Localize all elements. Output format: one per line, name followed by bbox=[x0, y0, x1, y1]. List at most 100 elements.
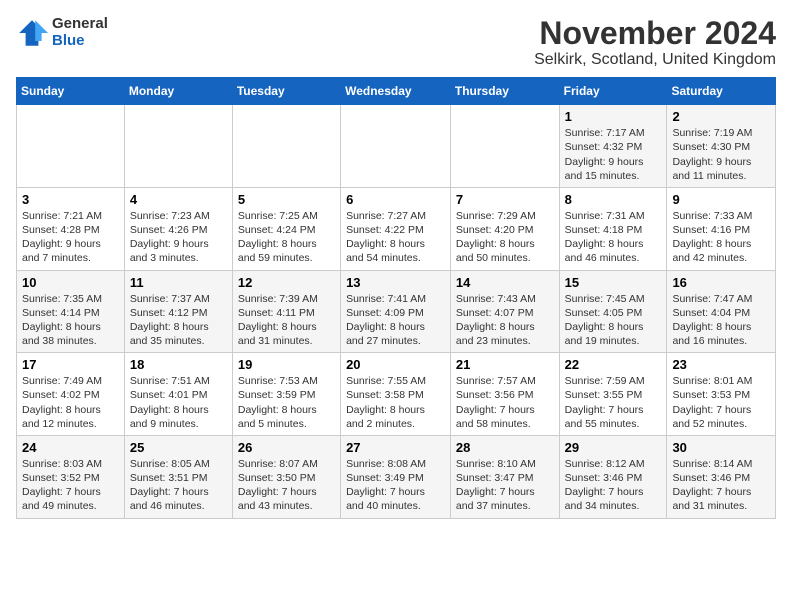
day-number: 13 bbox=[346, 275, 445, 290]
calendar-cell: 10 Sunrise: 7:35 AM Sunset: 4:14 PM Dayli… bbox=[17, 270, 125, 353]
day-info: Sunrise: 8:08 AM Sunset: 3:49 PM Dayligh… bbox=[346, 457, 445, 514]
col-header-wednesday: Wednesday bbox=[341, 78, 451, 105]
calendar-cell bbox=[341, 105, 451, 188]
day-info: Sunrise: 8:12 AM Sunset: 3:46 PM Dayligh… bbox=[565, 457, 662, 514]
calendar-week-5: 24 Sunrise: 8:03 AM Sunset: 3:52 PM Dayli… bbox=[17, 435, 776, 518]
day-number: 9 bbox=[672, 192, 770, 207]
col-header-thursday: Thursday bbox=[450, 78, 559, 105]
day-number: 30 bbox=[672, 440, 770, 455]
calendar-cell bbox=[450, 105, 559, 188]
calendar-cell: 8Sunrise: 7:31 AM Sunset: 4:18 PM Daylig… bbox=[559, 187, 667, 270]
calendar-cell: 21 Sunrise: 7:57 AM Sunset: 3:56 PM Dayli… bbox=[450, 353, 559, 436]
calendar-cell: 19 Sunrise: 7:53 AM Sunset: 3:59 PM Dayli… bbox=[232, 353, 340, 436]
day-number: 10 bbox=[22, 275, 119, 290]
logo: General Blue bbox=[16, 16, 108, 49]
day-number: 21 bbox=[456, 357, 554, 372]
calendar-cell: 27Sunrise: 8:08 AM Sunset: 3:49 PM Dayli… bbox=[341, 435, 451, 518]
calendar-cell: 30 Sunrise: 8:14 AM Sunset: 3:46 PM Dayli… bbox=[667, 435, 776, 518]
calendar-cell: 15 Sunrise: 7:45 AM Sunset: 4:05 PM Dayli… bbox=[559, 270, 667, 353]
calendar-cell: 14 Sunrise: 7:43 AM Sunset: 4:07 PM Dayli… bbox=[450, 270, 559, 353]
day-number: 28 bbox=[456, 440, 554, 455]
day-number: 26 bbox=[238, 440, 335, 455]
calendar-cell: 3 Sunrise: 7:21 AM Sunset: 4:28 PM Daylig… bbox=[17, 187, 125, 270]
col-header-tuesday: Tuesday bbox=[232, 78, 340, 105]
calendar-cell: 16 Sunrise: 7:47 AM Sunset: 4:04 PM Dayli… bbox=[667, 270, 776, 353]
calendar-cell: 23 Sunrise: 8:01 AM Sunset: 3:53 PM Dayli… bbox=[667, 353, 776, 436]
day-number: 16 bbox=[672, 275, 770, 290]
day-info: Sunrise: 7:21 AM Sunset: 4:28 PM Dayligh… bbox=[22, 209, 119, 266]
day-number: 18 bbox=[130, 357, 227, 372]
day-info: Sunrise: 7:53 AM Sunset: 3:59 PM Dayligh… bbox=[238, 374, 335, 431]
logo-icon bbox=[16, 17, 48, 49]
day-number: 19 bbox=[238, 357, 335, 372]
day-number: 3 bbox=[22, 192, 119, 207]
calendar-week-1: 1 Sunrise: 7:17 AM Sunset: 4:32 PM Daylig… bbox=[17, 105, 776, 188]
day-number: 15 bbox=[565, 275, 662, 290]
day-number: 22 bbox=[565, 357, 662, 372]
calendar-cell: 17 Sunrise: 7:49 AM Sunset: 4:02 PM Dayli… bbox=[17, 353, 125, 436]
day-info: Sunrise: 7:17 AM Sunset: 4:32 PM Dayligh… bbox=[565, 126, 662, 183]
calendar-cell: 22 Sunrise: 7:59 AM Sunset: 3:55 PM Dayli… bbox=[559, 353, 667, 436]
day-info: Sunrise: 7:45 AM Sunset: 4:05 PM Dayligh… bbox=[565, 292, 662, 349]
calendar-week-4: 17 Sunrise: 7:49 AM Sunset: 4:02 PM Dayli… bbox=[17, 353, 776, 436]
logo-text: General Blue bbox=[52, 16, 108, 49]
day-info: Sunrise: 7:37 AM Sunset: 4:12 PM Dayligh… bbox=[130, 292, 227, 349]
day-info: Sunrise: 7:19 AM Sunset: 4:30 PM Dayligh… bbox=[672, 126, 770, 183]
page-header: General Blue November 2024 Selkirk, Scot… bbox=[16, 16, 776, 69]
day-number: 6 bbox=[346, 192, 445, 207]
calendar-cell: 11 Sunrise: 7:37 AM Sunset: 4:12 PM Dayli… bbox=[124, 270, 232, 353]
calendar-cell: 5 Sunrise: 7:25 AM Sunset: 4:24 PM Daylig… bbox=[232, 187, 340, 270]
day-info: Sunrise: 7:49 AM Sunset: 4:02 PM Dayligh… bbox=[22, 374, 119, 431]
day-number: 24 bbox=[22, 440, 119, 455]
calendar-cell bbox=[17, 105, 125, 188]
day-info: Sunrise: 8:14 AM Sunset: 3:46 PM Dayligh… bbox=[672, 457, 770, 514]
day-number: 23 bbox=[672, 357, 770, 372]
day-number: 4 bbox=[130, 192, 227, 207]
day-info: Sunrise: 7:31 AM Sunset: 4:18 PM Dayligh… bbox=[565, 209, 662, 266]
col-header-saturday: Saturday bbox=[667, 78, 776, 105]
day-info: Sunrise: 7:51 AM Sunset: 4:01 PM Dayligh… bbox=[130, 374, 227, 431]
calendar-cell bbox=[232, 105, 340, 188]
day-info: Sunrise: 7:35 AM Sunset: 4:14 PM Dayligh… bbox=[22, 292, 119, 349]
calendar-cell: 20 Sunrise: 7:55 AM Sunset: 3:58 PM Dayli… bbox=[341, 353, 451, 436]
day-info: Sunrise: 8:01 AM Sunset: 3:53 PM Dayligh… bbox=[672, 374, 770, 431]
day-info: Sunrise: 7:43 AM Sunset: 4:07 PM Dayligh… bbox=[456, 292, 554, 349]
calendar-cell: 24 Sunrise: 8:03 AM Sunset: 3:52 PM Dayli… bbox=[17, 435, 125, 518]
day-number: 12 bbox=[238, 275, 335, 290]
logo-general: General bbox=[52, 16, 108, 33]
day-number: 17 bbox=[22, 357, 119, 372]
day-number: 2 bbox=[672, 109, 770, 124]
day-info: Sunrise: 7:41 AM Sunset: 4:09 PM Dayligh… bbox=[346, 292, 445, 349]
calendar-cell: 28Sunrise: 8:10 AM Sunset: 3:47 PM Dayli… bbox=[450, 435, 559, 518]
day-info: Sunrise: 7:47 AM Sunset: 4:04 PM Dayligh… bbox=[672, 292, 770, 349]
calendar-week-3: 10 Sunrise: 7:35 AM Sunset: 4:14 PM Dayli… bbox=[17, 270, 776, 353]
logo-blue: Blue bbox=[52, 33, 108, 50]
day-number: 1 bbox=[565, 109, 662, 124]
col-header-sunday: Sunday bbox=[17, 78, 125, 105]
day-info: Sunrise: 7:57 AM Sunset: 3:56 PM Dayligh… bbox=[456, 374, 554, 431]
day-number: 14 bbox=[456, 275, 554, 290]
day-info: Sunrise: 8:05 AM Sunset: 3:51 PM Dayligh… bbox=[130, 457, 227, 514]
calendar-header-row: SundayMondayTuesdayWednesdayThursdayFrid… bbox=[17, 78, 776, 105]
calendar-cell: 25 Sunrise: 8:05 AM Sunset: 3:51 PM Dayli… bbox=[124, 435, 232, 518]
calendar-cell: 4 Sunrise: 7:23 AM Sunset: 4:26 PM Daylig… bbox=[124, 187, 232, 270]
calendar-cell: 13 Sunrise: 7:41 AM Sunset: 4:09 PM Dayli… bbox=[341, 270, 451, 353]
day-info: Sunrise: 8:03 AM Sunset: 3:52 PM Dayligh… bbox=[22, 457, 119, 514]
day-number: 5 bbox=[238, 192, 335, 207]
calendar-table: SundayMondayTuesdayWednesdayThursdayFrid… bbox=[16, 77, 776, 518]
calendar-cell: 12 Sunrise: 7:39 AM Sunset: 4:11 PM Dayli… bbox=[232, 270, 340, 353]
day-number: 7 bbox=[456, 192, 554, 207]
day-info: Sunrise: 7:39 AM Sunset: 4:11 PM Dayligh… bbox=[238, 292, 335, 349]
page-subtitle: Selkirk, Scotland, United Kingdom bbox=[534, 51, 776, 69]
day-info: Sunrise: 7:59 AM Sunset: 3:55 PM Dayligh… bbox=[565, 374, 662, 431]
day-info: Sunrise: 7:55 AM Sunset: 3:58 PM Dayligh… bbox=[346, 374, 445, 431]
day-info: Sunrise: 7:25 AM Sunset: 4:24 PM Dayligh… bbox=[238, 209, 335, 266]
day-info: Sunrise: 7:23 AM Sunset: 4:26 PM Dayligh… bbox=[130, 209, 227, 266]
day-number: 25 bbox=[130, 440, 227, 455]
day-number: 20 bbox=[346, 357, 445, 372]
day-info: Sunrise: 8:07 AM Sunset: 3:50 PM Dayligh… bbox=[238, 457, 335, 514]
day-number: 29 bbox=[565, 440, 662, 455]
calendar-cell: 29 Sunrise: 8:12 AM Sunset: 3:46 PM Dayli… bbox=[559, 435, 667, 518]
calendar-cell: 7Sunrise: 7:29 AM Sunset: 4:20 PM Daylig… bbox=[450, 187, 559, 270]
day-number: 11 bbox=[130, 275, 227, 290]
